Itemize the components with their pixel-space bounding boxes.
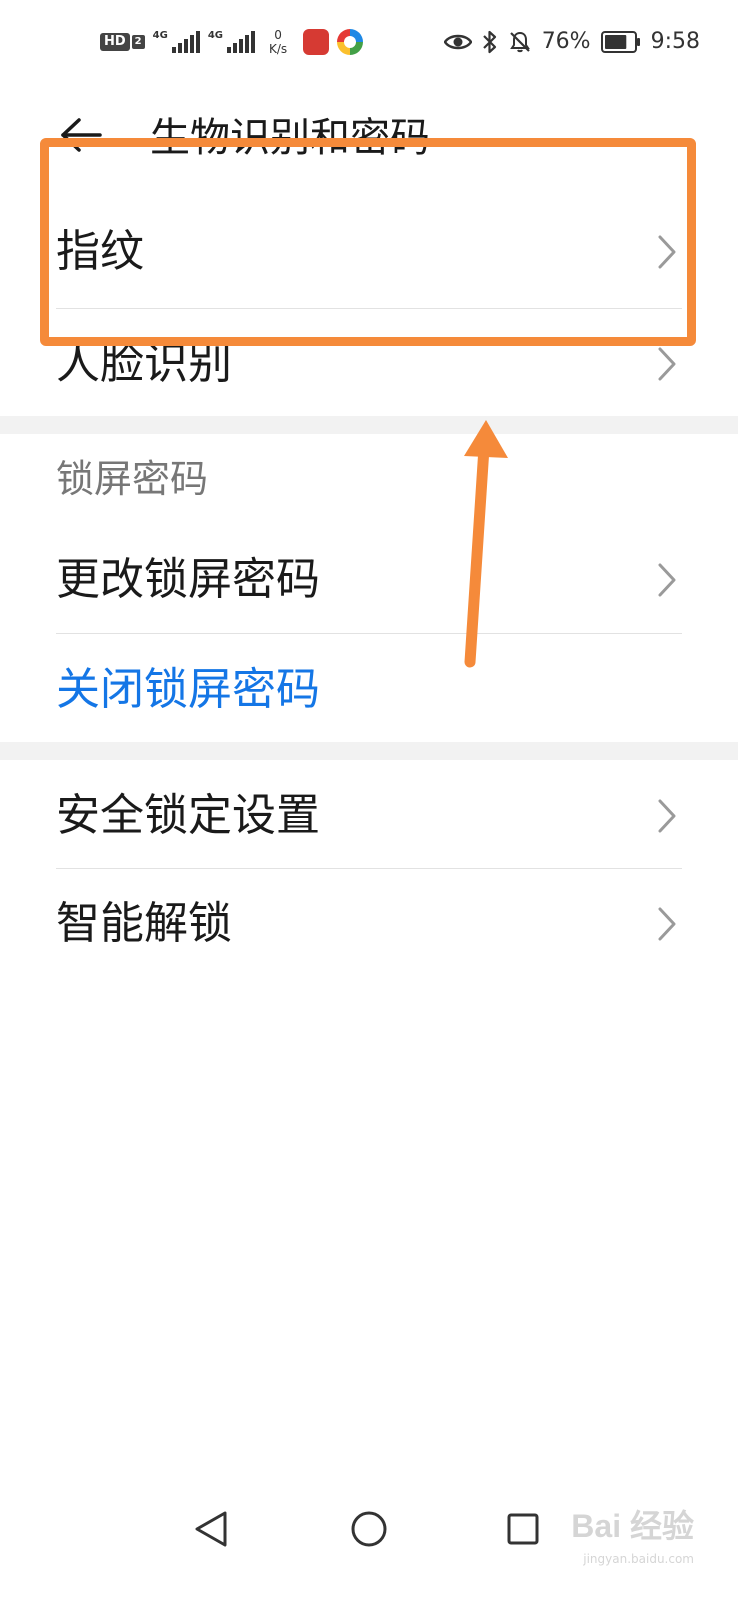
app-icon [337, 29, 364, 55]
nav-back-button[interactable] [186, 1504, 236, 1554]
change-lock-password-label: 更改锁屏密码 [56, 554, 320, 605]
annotation-highlight-box [40, 138, 696, 346]
nav-home-button[interactable] [344, 1504, 394, 1554]
security-lock-settings-label: 安全锁定设置 [56, 790, 320, 841]
hd-label: HD [100, 33, 130, 51]
section-separator [0, 742, 738, 760]
mute-icon [509, 31, 530, 53]
divider [56, 868, 682, 869]
status-bar-left: HD 2 4G 4G 0 K/s [100, 28, 364, 56]
watermark-sub-text: jingyan.baidu.com [583, 1552, 694, 1566]
chevron-right-icon [652, 344, 682, 384]
list-item-change-lock-password[interactable]: 更改锁屏密码 [56, 550, 682, 610]
eye-icon [443, 34, 472, 50]
network-type-2: 4G [207, 30, 223, 41]
status-bar-right: 76% 9:58 [443, 28, 700, 56]
network-speed: 0 K/s [269, 28, 287, 56]
watermark-main-text: Bai 经验 [571, 1508, 694, 1544]
recents-square-icon [507, 1513, 539, 1545]
hd-sim-label: 2 [131, 35, 145, 49]
signal-icon: 4G [208, 31, 255, 53]
signal-bars-icon [171, 31, 200, 53]
list-item-smart-unlock[interactable]: 智能解锁 [56, 894, 682, 954]
bluetooth-icon [482, 30, 496, 54]
watermark-logo: Bai 经验 jingyan.baidu.com [571, 1508, 694, 1566]
hd-icon: HD 2 [100, 33, 145, 51]
network-speed-unit: K/s [268, 42, 288, 56]
chevron-right-icon [652, 904, 682, 944]
divider [56, 633, 682, 634]
chevron-right-icon [652, 796, 682, 836]
network-type-1: 4G [152, 30, 168, 41]
signal-icon: 4G [153, 31, 200, 53]
lock-screen-section-title: 锁屏密码 [56, 457, 209, 501]
back-triangle-icon [195, 1511, 227, 1547]
app-icon [303, 29, 330, 55]
smart-unlock-label: 智能解锁 [56, 898, 232, 949]
home-circle-icon [351, 1511, 387, 1547]
disable-lock-password-button[interactable]: 关闭锁屏密码 [56, 660, 682, 720]
network-speed-value: 0 [274, 28, 282, 42]
list-item-security-lock-settings[interactable]: 安全锁定设置 [56, 786, 682, 846]
section-separator [0, 416, 738, 434]
status-bar: HD 2 4G 4G 0 K/s 76% 9:58 [0, 0, 738, 92]
signal-bars-icon [226, 31, 255, 53]
nav-recents-button[interactable] [498, 1504, 548, 1554]
battery-icon [600, 31, 640, 53]
disable-lock-password-label: 关闭锁屏密码 [56, 664, 320, 715]
battery-percent: 76% [541, 29, 591, 54]
status-time: 9:58 [650, 29, 700, 54]
chevron-right-icon [652, 560, 682, 600]
